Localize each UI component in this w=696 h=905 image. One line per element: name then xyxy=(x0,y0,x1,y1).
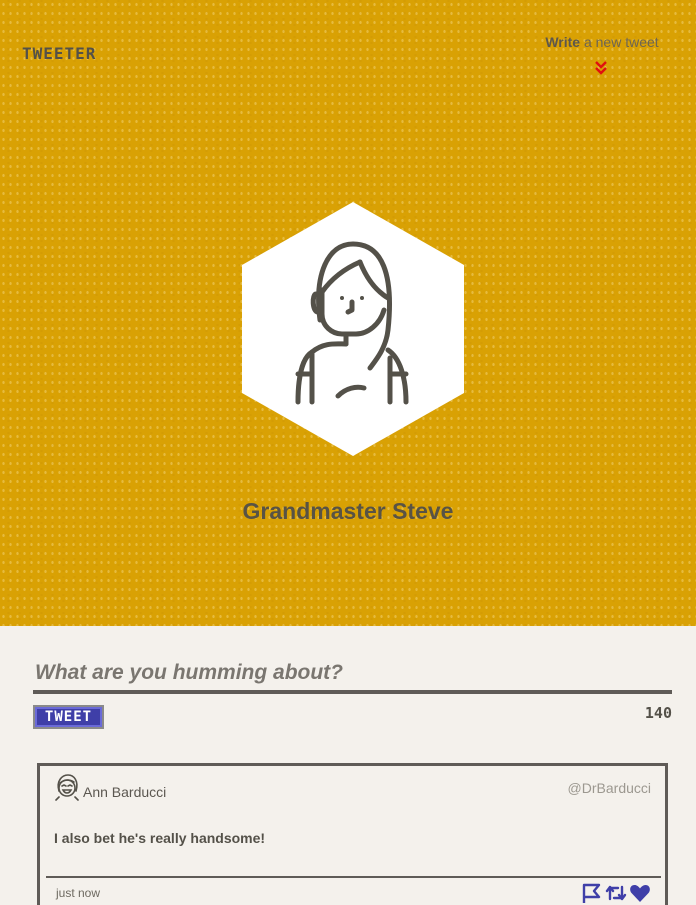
write-label: Write xyxy=(545,34,581,50)
double-chevron-down-icon[interactable] xyxy=(594,60,608,76)
app-logo[interactable]: TWEETER xyxy=(22,44,96,63)
tweet-text: I also bet he's really handsome! xyxy=(54,830,266,846)
tweet-timestamp: just now xyxy=(56,886,101,900)
tweet-button[interactable]: TWEET xyxy=(33,705,104,729)
laughing-face-icon xyxy=(55,774,79,801)
new-tweet-label: a new tweet xyxy=(580,34,659,50)
tweet-compose-input[interactable] xyxy=(33,656,672,694)
write-tweet-link[interactable]: Write a new tweet xyxy=(542,34,662,50)
tweet-card: Ann Barducci @DrBarducci I also bet he's… xyxy=(37,763,668,905)
retweet-icon[interactable] xyxy=(605,882,627,904)
profile-name: Grandmaster Steve xyxy=(242,498,454,524)
flag-icon[interactable] xyxy=(581,882,603,904)
tweet-actions xyxy=(581,882,655,904)
heart-icon[interactable] xyxy=(629,882,651,904)
profile-header: TWEETER Write a new tweet Grandmaster St… xyxy=(0,0,696,626)
character-counter: 140 xyxy=(644,704,672,722)
tweet-author[interactable]: Ann Barducci xyxy=(83,784,166,800)
tweet-divider xyxy=(46,876,661,878)
profile-avatar xyxy=(242,202,464,456)
tweet-handle[interactable]: @DrBarducci xyxy=(568,780,651,796)
